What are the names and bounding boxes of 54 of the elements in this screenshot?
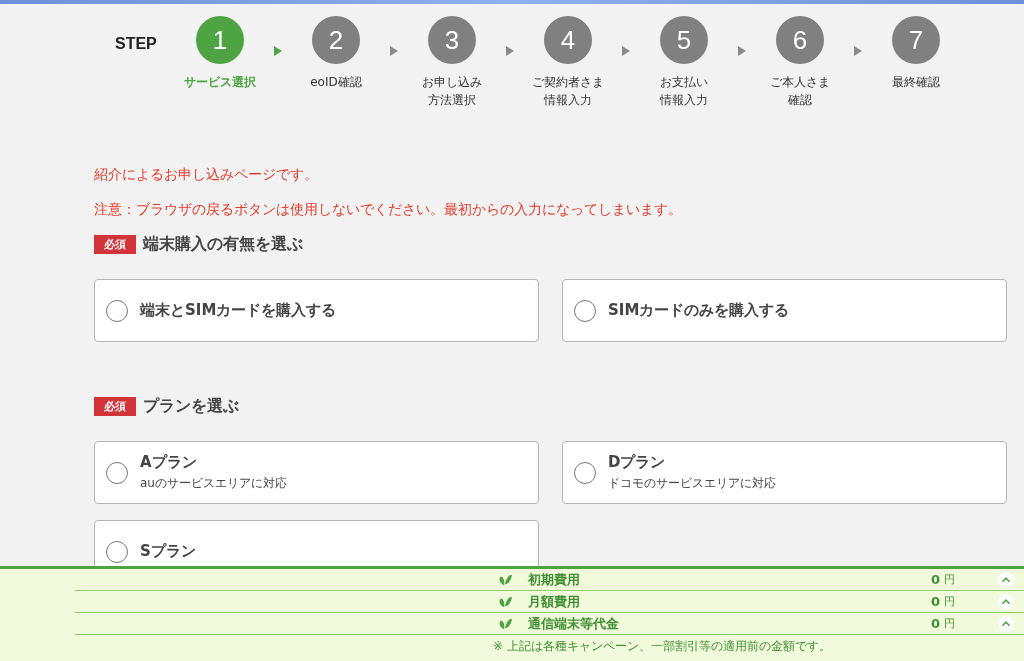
cost-label: 月額費用 [528, 592, 581, 611]
cost-label: 通信端末等代金 [528, 614, 620, 633]
option-title: Aプラン [140, 453, 198, 472]
step-number: 1 [196, 16, 244, 64]
leaf-icon [498, 617, 512, 630]
option-card[interactable]: 端末とSIMカードを購入する [94, 279, 539, 342]
leaf-icon [498, 573, 512, 586]
step-label: ご契約者さま 情報入力 [532, 74, 604, 109]
chevron-up-icon[interactable] [998, 615, 1015, 632]
required-badge: 必須 [94, 235, 136, 254]
step-label: サービス選択 [184, 74, 256, 91]
option-title: Sプラン [140, 542, 196, 561]
cost-amount: 0 [931, 572, 941, 587]
option-description: ドコモのサービスエリアに対応 [608, 475, 776, 492]
step-heading: STEP [115, 35, 158, 53]
currency-unit: 円 [944, 616, 956, 631]
notice-text: 紹介によるお申し込みページです。 [94, 165, 319, 184]
option-description: auのサービスエリアに対応 [140, 475, 287, 492]
section-title: プランを選ぶ [143, 396, 239, 417]
cost-label: 初期費用 [528, 570, 581, 589]
step-number: 7 [892, 16, 940, 64]
step-label: ご本人さま 確認 [770, 74, 830, 109]
footnote-text: ※ 上記は各種キャンペーン、一部割引等の適用前の金額です。 [492, 639, 832, 654]
radio-button[interactable] [106, 461, 128, 484]
currency-unit: 円 [944, 572, 956, 587]
option-card[interactable]: Sプラン [94, 520, 539, 566]
option-title: Dプラン [608, 453, 667, 472]
option-title: SIMカードのみを購入する [608, 301, 790, 320]
option-title: 端末とSIMカードを購入する [140, 301, 337, 320]
chevron-up-icon[interactable] [998, 571, 1015, 588]
cost-amount: 0 [931, 594, 941, 609]
notice-text: 注意：ブラウザの戻るボタンは使用しないでください。最初からの入力になってしまいます。 [94, 200, 683, 219]
currency-unit: 円 [944, 594, 956, 609]
step-label: 最終確認 [892, 74, 940, 91]
step-number: 4 [544, 16, 592, 64]
radio-button[interactable] [106, 299, 128, 322]
option-card[interactable]: SIMカードのみを購入する [562, 279, 1007, 342]
step-number: 5 [660, 16, 708, 64]
step-label: eoID確認 [310, 74, 362, 91]
cost-amount: 0 [931, 616, 941, 631]
step-number: 6 [776, 16, 824, 64]
radio-button[interactable] [574, 461, 596, 484]
option-card[interactable]: Aプラン auのサービスエリアに対応 [94, 441, 539, 504]
option-card[interactable]: Dプラン ドコモのサービスエリアに対応 [562, 441, 1007, 504]
step-label: お支払い 情報入力 [660, 74, 708, 109]
step-number: 3 [428, 16, 476, 64]
step-label: お申し込み 方法選択 [422, 74, 482, 109]
radio-button[interactable] [106, 540, 128, 563]
section-title: 端末購入の有無を選ぶ [143, 234, 303, 255]
chevron-up-icon[interactable] [998, 593, 1015, 610]
required-badge: 必須 [94, 397, 136, 416]
step-number: 2 [312, 16, 360, 64]
leaf-icon [498, 595, 512, 608]
radio-button[interactable] [574, 299, 596, 322]
